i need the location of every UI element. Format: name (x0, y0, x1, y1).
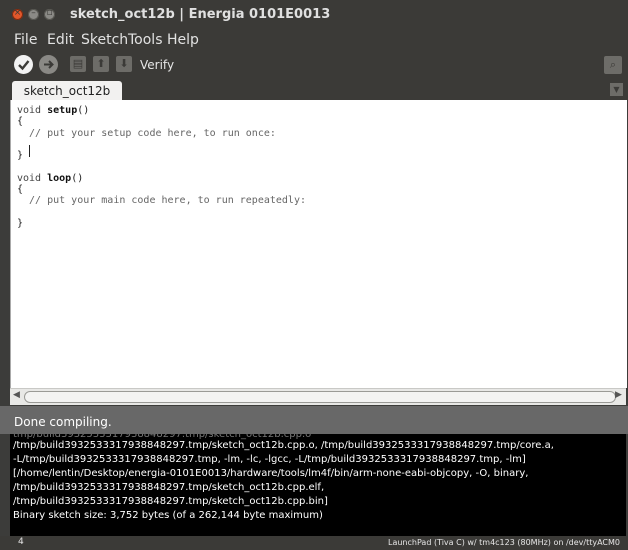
code-text: void setup() { // put your setup code he… (17, 105, 306, 229)
menu-sketch[interactable]: Sketch (81, 32, 128, 48)
magnifier-icon: ⌕ (609, 58, 617, 71)
arrow-up-icon: ⬆ (96, 57, 106, 70)
window-title: sketch_oct12b | Energia 0101E0013 (70, 7, 331, 22)
code-line: } (17, 217, 24, 229)
scrollbar-thumb[interactable] (24, 391, 616, 403)
new-button[interactable]: ▤ (70, 56, 86, 72)
console-output: tmp/build3932533317938848297.tmp/sketch_… (10, 434, 626, 536)
triangle-down-icon: ▼ (613, 85, 620, 94)
code-keyword: void (17, 105, 42, 116)
console-line: -L/tmp/build3932533317938848297.tmp, -lm… (13, 454, 526, 465)
tab-sketch[interactable]: sketch_oct12b (12, 81, 122, 100)
menu-file[interactable]: File (14, 32, 37, 48)
code-line: { (17, 184, 24, 196)
verify-button[interactable] (14, 55, 33, 74)
arrow-right-icon (44, 60, 54, 69)
console-line: Binary sketch size: 3,752 bytes (of a 26… (13, 510, 323, 521)
code-line: } (17, 150, 24, 162)
open-button[interactable]: ⬆ (93, 56, 109, 72)
code-comment: // put your main code here, to run repea… (17, 195, 306, 207)
serial-monitor-button[interactable]: ⌕ (604, 56, 622, 74)
code-function-name: setup (47, 105, 78, 116)
toolbar: ▤ ⬆ ⬇ Verify ⌕ (0, 52, 628, 78)
minimize-icon: – (31, 8, 36, 18)
toolbar-hover-label: Verify (140, 58, 175, 72)
save-button[interactable]: ⬇ (116, 56, 132, 72)
console-line: /tmp/build3932533317938848297.tmp/sketch… (13, 496, 328, 507)
code-function-name: loop (47, 172, 72, 184)
title-bar: × – ▫ sketch_oct12b | Energia 0101E0013 (0, 0, 628, 30)
console-line: /tmp/build3932533317938848297.tmp/sketch… (13, 482, 325, 493)
footer-bar: 4 LaunchPad (Tiva C) w/ tm4c123 (80MHz) … (0, 536, 628, 550)
arrow-down-icon: ⬇ (119, 57, 129, 70)
code-comment: // put your setup code here, to run once… (17, 127, 276, 139)
close-icon: × (13, 8, 22, 18)
minimize-window-button[interactable]: – (28, 8, 39, 20)
menu-help[interactable]: Help (167, 32, 199, 48)
close-window-button[interactable]: × (12, 8, 23, 20)
status-message: Done compiling. (14, 415, 112, 429)
upload-button[interactable] (39, 55, 58, 74)
status-bar: Done compiling. (0, 406, 628, 434)
horizontal-scrollbar[interactable]: ◀ ▶ (10, 388, 626, 405)
code-parens: () (77, 105, 90, 116)
scroll-left-icon[interactable]: ◀ (13, 390, 20, 400)
new-file-icon: ▤ (72, 57, 84, 70)
menu-tools[interactable]: Tools (128, 32, 163, 48)
menu-edit[interactable]: Edit (47, 32, 74, 48)
console-line: /tmp/build3932533317938848297.tmp/sketch… (13, 440, 554, 451)
code-line: { (17, 116, 24, 128)
menu-bar: File Edit Sketch Tools Help (0, 30, 628, 52)
code-keyword: void (17, 172, 42, 184)
board-info: LaunchPad (Tiva C) w/ tm4c123 (80MHz) on… (387, 538, 620, 547)
energia-window: × – ▫ sketch_oct12b | Energia 0101E0013 … (0, 0, 628, 550)
code-editor[interactable]: void setup() { // put your setup code he… (10, 100, 627, 388)
console-line: [/home/lentin/Desktop/energia-0101E0013/… (13, 468, 529, 479)
text-cursor (29, 145, 30, 157)
maximize-window-button[interactable]: ▫ (44, 8, 55, 20)
tab-bar: sketch_oct12b ▼ (0, 78, 628, 100)
tab-menu-button[interactable]: ▼ (610, 83, 623, 96)
line-number: 4 (18, 537, 24, 547)
scroll-right-icon[interactable]: ▶ (615, 390, 622, 400)
maximize-icon: ▫ (46, 8, 53, 18)
code-parens: () (71, 172, 84, 184)
checkmark-icon (18, 60, 30, 71)
